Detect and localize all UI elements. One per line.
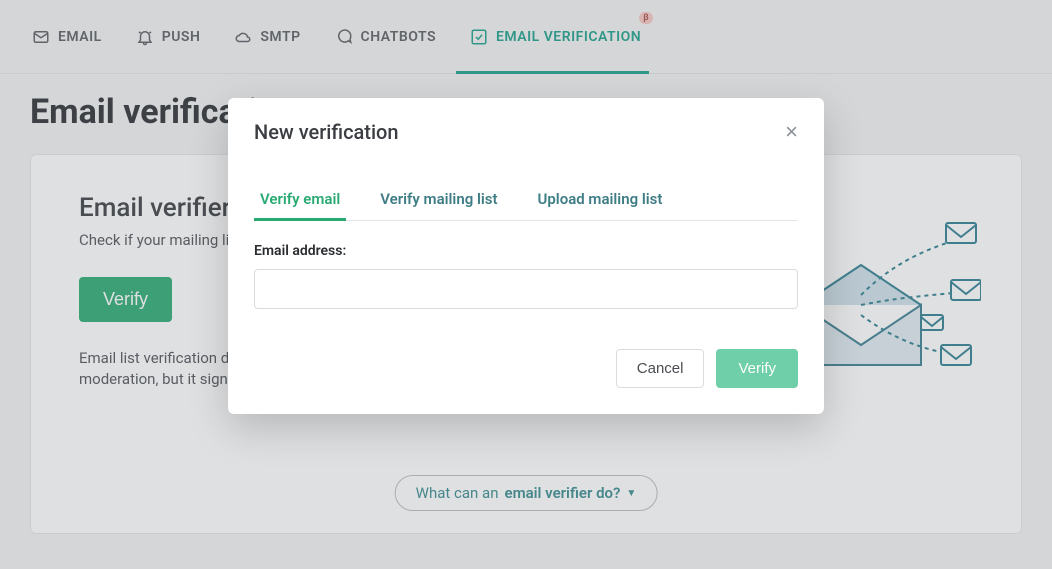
modal-tabs: Verify email Verify mailing list Upload …	[254, 184, 798, 221]
modal-header: New verification ×	[228, 98, 824, 152]
modal-title: New verification	[254, 120, 399, 144]
cancel-button[interactable]: Cancel	[616, 349, 705, 388]
close-button[interactable]: ×	[785, 121, 798, 143]
modal-footer: Cancel Verify	[254, 349, 798, 388]
modal-body: Verify email Verify mailing list Upload …	[228, 152, 824, 414]
close-icon: ×	[785, 119, 798, 144]
new-verification-modal: New verification × Verify email Verify m…	[228, 98, 824, 414]
modal-overlay[interactable]: New verification × Verify email Verify m…	[0, 0, 1052, 569]
email-input[interactable]	[254, 269, 798, 309]
email-field-label: Email address:	[254, 243, 798, 259]
modal-verify-button[interactable]: Verify	[716, 349, 798, 388]
tab-verify-mailing-list[interactable]: Verify mailing list	[374, 184, 503, 220]
tab-upload-mailing-list[interactable]: Upload mailing list	[532, 184, 669, 220]
tab-verify-email[interactable]: Verify email	[254, 184, 346, 220]
